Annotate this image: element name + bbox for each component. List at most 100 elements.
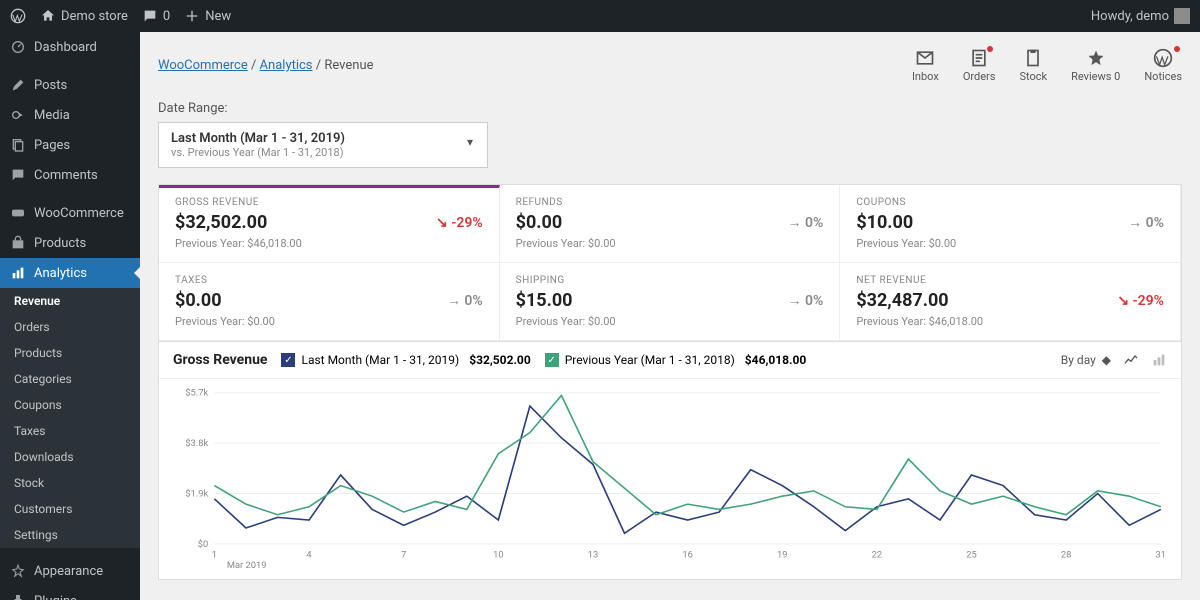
stat-title: TAXES	[175, 275, 483, 286]
svg-text:16: 16	[682, 551, 692, 561]
svg-text:25: 25	[966, 551, 976, 561]
stat-prev: Previous Year: $46,018.00	[175, 237, 483, 250]
sub-customers[interactable]: Customers	[0, 496, 140, 522]
site-link[interactable]: Demo store	[40, 8, 128, 24]
stat-delta: → 0%	[447, 292, 483, 309]
content-area: WooCommerce / Analytics / Revenue Inbox …	[140, 32, 1200, 600]
stat-title: COUPONS	[856, 197, 1164, 208]
sidebar-item-comments[interactable]: Comments	[0, 160, 140, 190]
sidebar-item-plugins[interactable]: Plugins	[0, 586, 140, 600]
stat-delta: ↘ -29%	[436, 215, 483, 231]
stat-delta: → 0%	[1128, 214, 1164, 231]
svg-text:$5.7k: $5.7k	[185, 388, 208, 399]
crumb-current: Revenue	[324, 58, 373, 73]
sidebar-item-appearance[interactable]: Appearance	[0, 556, 140, 586]
avatar	[1174, 8, 1190, 24]
stat-value: $0.00	[175, 290, 222, 311]
stat-value: $0.00	[516, 212, 563, 233]
date-main: Last Month (Mar 1 - 31, 2019)	[171, 131, 475, 146]
svg-text:22: 22	[872, 551, 882, 561]
sub-downloads[interactable]: Downloads	[0, 444, 140, 470]
sidebar-item-woocommerce[interactable]: WooCommerce	[0, 198, 140, 228]
stat-value: $32,487.00	[856, 290, 948, 311]
stat-value: $32,502.00	[175, 212, 267, 233]
svg-text:7: 7	[401, 551, 406, 561]
analytics-submenu: Revenue Orders Products Categories Coupo…	[0, 288, 140, 548]
sidebar-item-pages[interactable]: Pages	[0, 130, 140, 160]
wp-logo[interactable]	[10, 8, 26, 24]
stat-delta: → 0%	[788, 292, 824, 309]
stat-prev: Previous Year: $0.00	[856, 237, 1164, 250]
svg-text:Mar 2019: Mar 2019	[227, 561, 267, 571]
interval-select[interactable]: By day ◆	[1061, 353, 1111, 367]
breadcrumb: WooCommerce / Analytics / Revenue	[158, 58, 374, 73]
stat-title: NET REVENUE	[856, 275, 1164, 286]
action-orders[interactable]: Orders	[963, 48, 996, 83]
comments-link[interactable]: 0	[142, 8, 170, 24]
stat-title: SHIPPING	[516, 275, 824, 286]
stat-prev: Previous Year: $0.00	[516, 237, 824, 250]
stat-delta: → 0%	[788, 214, 824, 231]
svg-text:$1.9k: $1.9k	[185, 489, 208, 500]
stat-title: REFUNDS	[516, 197, 824, 208]
svg-text:10: 10	[493, 551, 503, 561]
sub-stock[interactable]: Stock	[0, 470, 140, 496]
sidebar-item-posts[interactable]: Posts	[0, 70, 140, 100]
date-range-label: Date Range:	[158, 101, 1182, 116]
stat-prev: Previous Year: $0.00	[175, 315, 483, 328]
svg-text:28: 28	[1061, 551, 1071, 561]
sidebar-item-dashboard[interactable]: Dashboard	[0, 32, 140, 62]
sidebar-item-media[interactable]: Media	[0, 100, 140, 130]
checkbox-icon: ✓	[281, 353, 295, 367]
sidebar-item-products[interactable]: Products	[0, 228, 140, 258]
sub-categories[interactable]: Categories	[0, 366, 140, 392]
new-link[interactable]: New	[184, 8, 231, 24]
action-notices[interactable]: Notices	[1144, 48, 1182, 83]
sub-settings[interactable]: Settings	[0, 522, 140, 548]
stats-grid: GROSS REVENUE $32,502.00 ↘ -29% Previous…	[158, 184, 1182, 342]
chart-title: Gross Revenue	[173, 352, 267, 368]
sub-coupons[interactable]: Coupons	[0, 392, 140, 418]
revenue-chart: $0 $1.9k $3.8k $5.7k 1 4 7 10 13 16 19 22 25 28 31 Mar …	[173, 387, 1167, 571]
sub-products[interactable]: Products	[0, 340, 140, 366]
sidebar-item-analytics[interactable]: Analytics	[0, 258, 140, 288]
svg-text:$3.8k: $3.8k	[185, 438, 208, 449]
bar-chart-icon[interactable]	[1151, 352, 1167, 368]
stat-prev: Previous Year: $0.00	[516, 315, 824, 328]
svg-text:31: 31	[1156, 551, 1166, 561]
stat-value: $15.00	[516, 290, 573, 311]
stat-card[interactable]: TAXES $0.00 → 0% Previous Year: $0.00	[159, 263, 500, 341]
action-reviews[interactable]: Reviews 0	[1071, 48, 1120, 83]
checkbox-icon: ✓	[545, 353, 559, 367]
chart-panel: Gross Revenue ✓Last Month (Mar 1 - 31, 2…	[158, 342, 1182, 580]
svg-text:$0: $0	[198, 539, 208, 550]
crumb-woocommerce[interactable]: WooCommerce	[158, 58, 248, 73]
stat-value: $10.00	[856, 212, 913, 233]
stat-delta: ↘ -29%	[1117, 293, 1164, 309]
action-inbox[interactable]: Inbox	[912, 48, 939, 83]
action-stock[interactable]: Stock	[1019, 48, 1047, 83]
stat-card[interactable]: GROSS REVENUE $32,502.00 ↘ -29% Previous…	[159, 185, 500, 263]
legend-previous[interactable]: ✓Previous Year (Mar 1 - 31, 2018)$46,018…	[545, 353, 807, 367]
date-sub: vs. Previous Year (Mar 1 - 31, 2018)	[171, 146, 475, 159]
date-range-picker[interactable]: Last Month (Mar 1 - 31, 2019) vs. Previo…	[158, 122, 488, 168]
svg-text:13: 13	[588, 551, 598, 561]
svg-text:1: 1	[212, 551, 217, 561]
stat-card[interactable]: COUPONS $10.00 → 0% Previous Year: $0.00	[840, 185, 1181, 263]
stat-card[interactable]: REFUNDS $0.00 → 0% Previous Year: $0.00	[500, 185, 841, 263]
svg-text:19: 19	[777, 551, 787, 561]
sub-orders[interactable]: Orders	[0, 314, 140, 340]
sub-revenue[interactable]: Revenue	[0, 288, 140, 314]
stat-card[interactable]: NET REVENUE $32,487.00 ↘ -29% Previous Y…	[840, 263, 1181, 341]
sub-taxes[interactable]: Taxes	[0, 418, 140, 444]
line-chart-icon[interactable]	[1123, 352, 1139, 368]
legend-current[interactable]: ✓Last Month (Mar 1 - 31, 2019)$32,502.00	[281, 353, 530, 367]
admin-sidebar: Dashboard Posts Media Pages Comments Woo…	[0, 32, 140, 600]
stat-title: GROSS REVENUE	[175, 197, 483, 208]
svg-text:4: 4	[306, 551, 311, 561]
stat-card[interactable]: SHIPPING $15.00 → 0% Previous Year: $0.0…	[500, 263, 841, 341]
admin-topbar: Demo store 0 New Howdy, demo	[0, 0, 1200, 32]
howdy-user[interactable]: Howdy, demo	[1091, 8, 1190, 24]
stat-prev: Previous Year: $46,018.00	[856, 315, 1164, 328]
crumb-analytics[interactable]: Analytics	[260, 58, 313, 73]
